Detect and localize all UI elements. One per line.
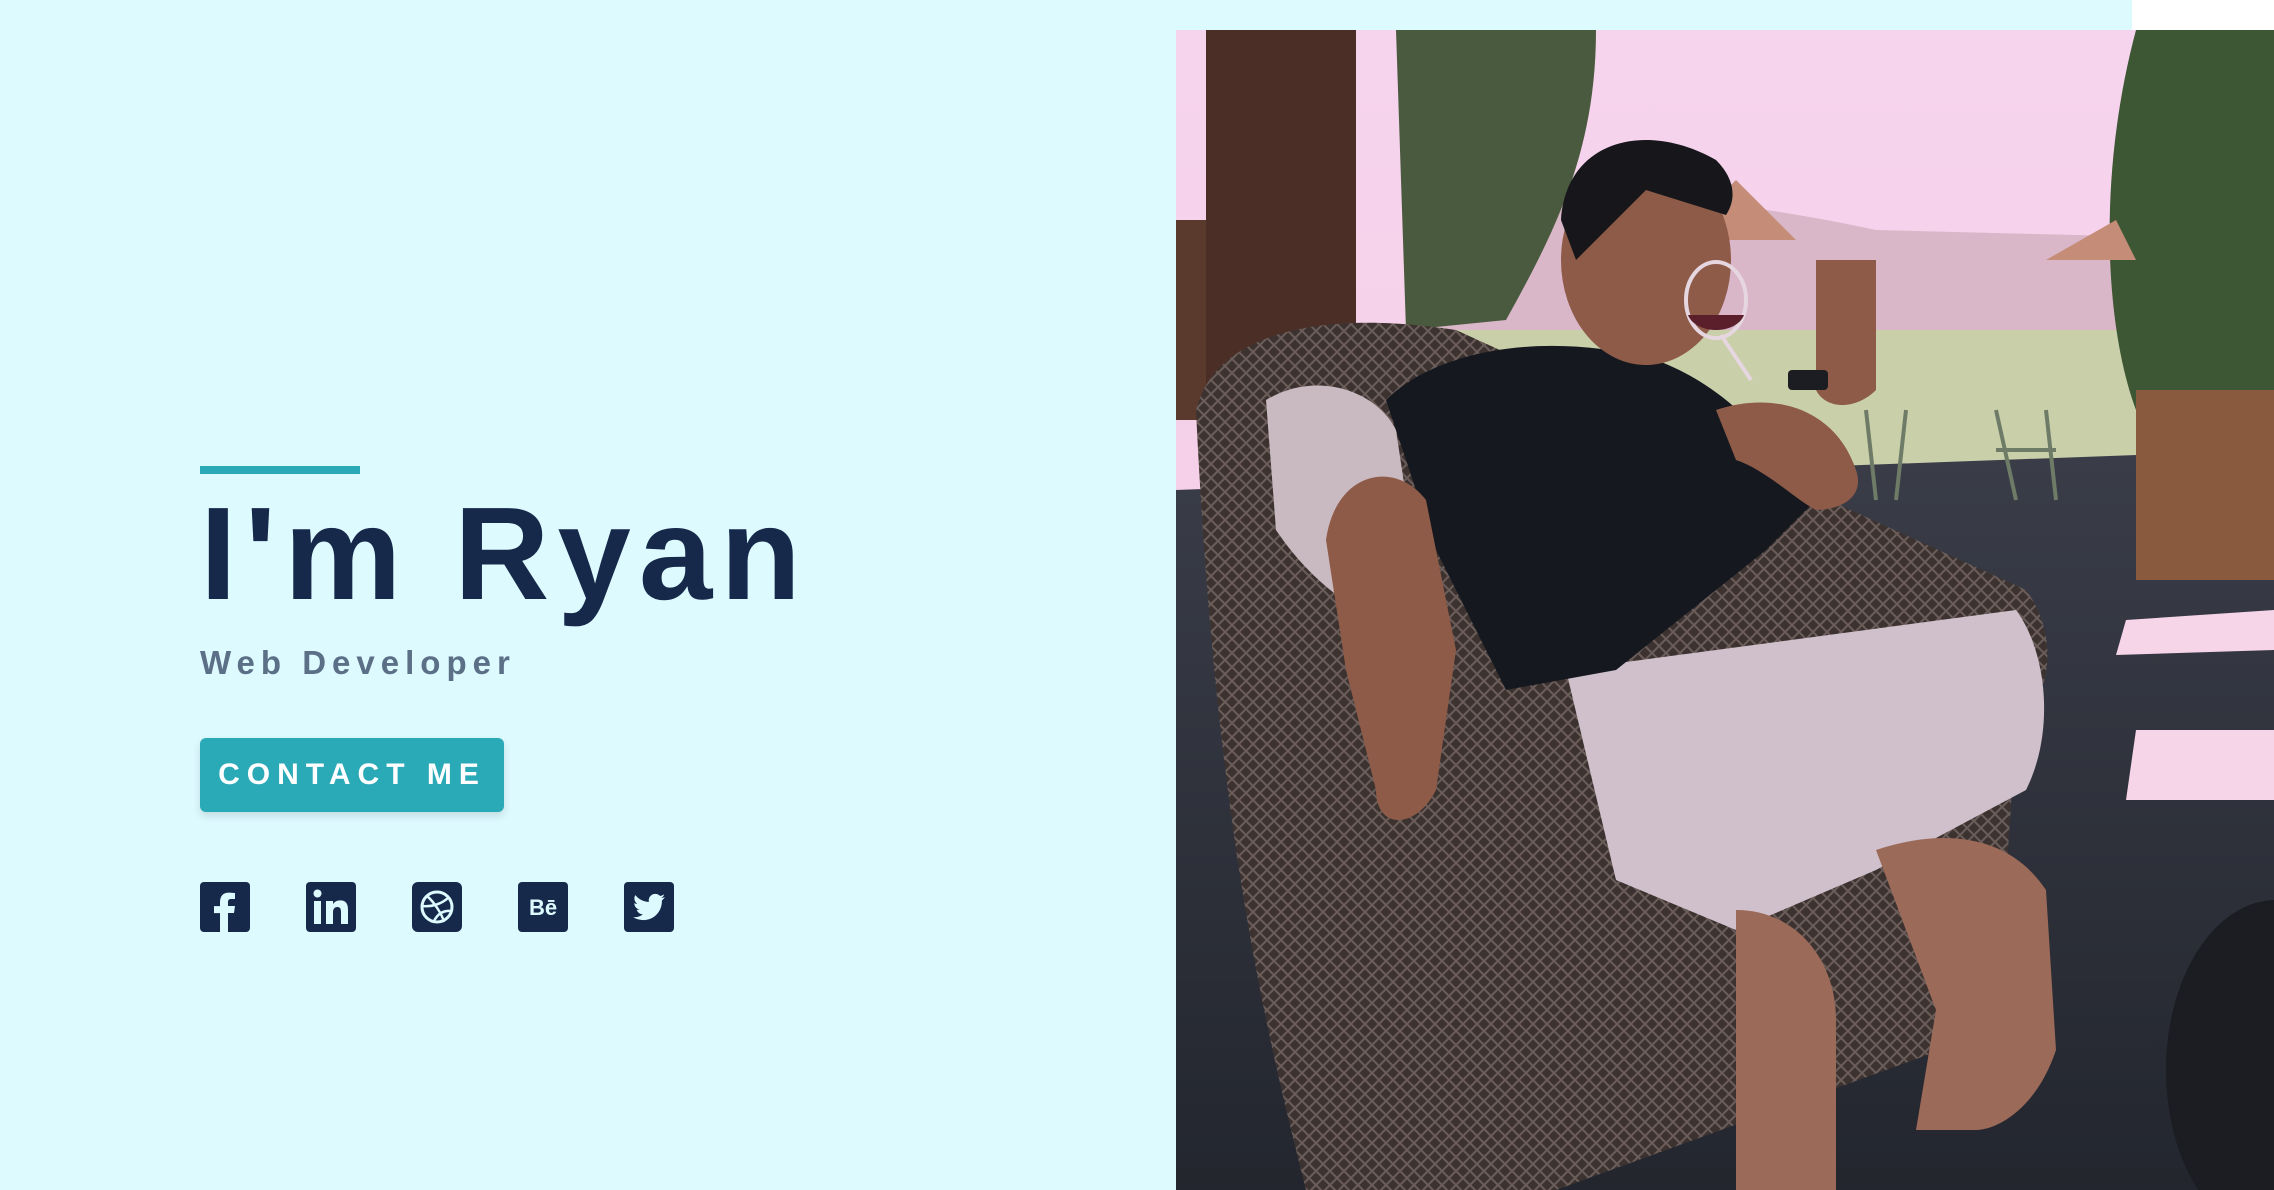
landing-page: I'm Ryan Web Developer CONTACT ME Bē	[0, 0, 2274, 1190]
facebook-icon[interactable]	[200, 882, 250, 932]
portrait-photo	[1176, 30, 2274, 1190]
contact-me-button[interactable]: CONTACT ME	[200, 738, 504, 812]
top-right-strip	[2132, 0, 2274, 30]
title-accent-bar	[200, 466, 360, 474]
hero-title: I'm Ryan	[200, 480, 809, 627]
behance-icon[interactable]: Bē	[518, 882, 568, 932]
dribbble-icon[interactable]	[412, 882, 462, 932]
social-links: Bē	[200, 882, 674, 932]
linkedin-icon[interactable]	[306, 882, 356, 932]
hero-section: I'm Ryan Web Developer CONTACT ME Bē	[200, 466, 1000, 932]
twitter-icon[interactable]	[624, 882, 674, 932]
behance-glyph: Bē	[529, 895, 557, 920]
hero-subtitle: Web Developer	[200, 644, 516, 681]
